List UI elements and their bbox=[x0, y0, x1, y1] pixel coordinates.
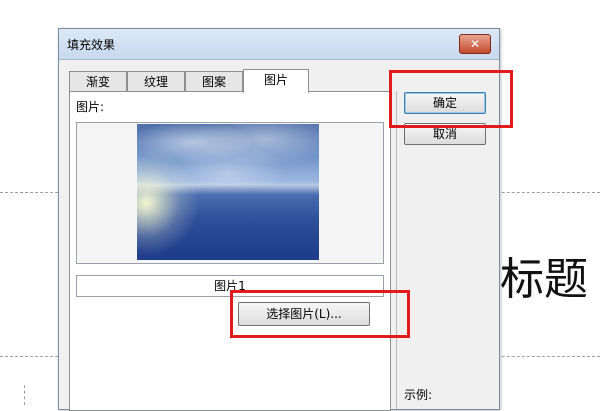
select-picture-highlight bbox=[230, 290, 410, 338]
tab-pattern[interactable]: 图案 bbox=[185, 71, 243, 92]
sample-label: 示例: bbox=[404, 388, 433, 402]
tab-gradient[interactable]: 渐变 bbox=[69, 71, 127, 92]
picture-tab-panel: 图片: 图片1 选择图片(L)... bbox=[69, 91, 391, 411]
dialog-title: 填充效果 bbox=[67, 38, 116, 52]
tab-picture[interactable]: 图片 bbox=[243, 69, 309, 93]
picture-preview-image bbox=[137, 124, 319, 260]
close-icon[interactable]: ✕ bbox=[459, 34, 491, 54]
picture-label: 图片: bbox=[76, 100, 105, 114]
tab-texture[interactable]: 纹理 bbox=[127, 71, 185, 92]
picture-preview-frame bbox=[76, 122, 384, 264]
slide-guide-line-left bbox=[24, 385, 25, 405]
sample-area-divider bbox=[396, 91, 397, 409]
slide-title-placeholder[interactable]: 标题 bbox=[500, 243, 588, 307]
dialog-titlebar[interactable]: 填充效果 ✕ bbox=[59, 29, 499, 60]
ok-button-highlight bbox=[389, 70, 513, 128]
